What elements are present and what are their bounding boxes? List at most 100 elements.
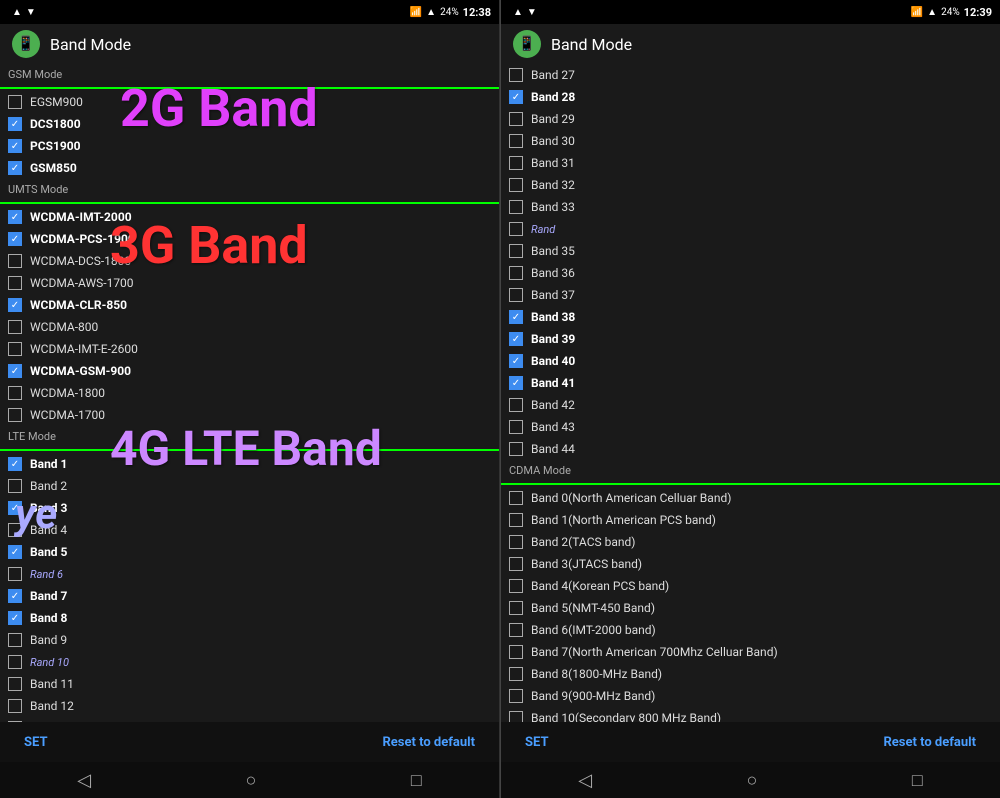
list-item[interactable]: Band 28	[501, 86, 1000, 108]
list-item[interactable]: WCDMA-AWS-1700	[0, 272, 499, 294]
wimte2600-checkbox[interactable]	[8, 342, 22, 356]
list-item[interactable]: Band 1	[0, 453, 499, 475]
list-item[interactable]: Band 4(Korean PCS band)	[501, 575, 1000, 597]
cdma6-checkbox[interactable]	[509, 623, 523, 637]
list-item[interactable]: Band 30	[501, 130, 1000, 152]
list-item[interactable]: WCDMA-800	[0, 316, 499, 338]
list-item[interactable]: Band 4	[0, 519, 499, 541]
back-button-right[interactable]: ◁	[562, 766, 608, 795]
band41-checkbox[interactable]	[509, 376, 523, 390]
list-item[interactable]: WCDMA-DCS-1800	[0, 250, 499, 272]
list-item[interactable]: Band 12	[0, 695, 499, 717]
list-item[interactable]: Band 7(North American 700Mhz Celluar Ban…	[501, 641, 1000, 663]
cdma10-checkbox[interactable]	[509, 711, 523, 722]
band10-checkbox[interactable]	[8, 655, 22, 669]
dcs1800-checkbox[interactable]	[8, 117, 22, 131]
list-item[interactable]: Band 37	[501, 284, 1000, 306]
waws1700-checkbox[interactable]	[8, 276, 22, 290]
reset-button-left[interactable]: Reset to default	[374, 731, 483, 754]
list-item[interactable]: Band 11	[0, 673, 499, 695]
list-item[interactable]: Band 40	[501, 350, 1000, 372]
cdma1-checkbox[interactable]	[509, 513, 523, 527]
egsm900-checkbox[interactable]	[8, 95, 22, 109]
content-area-left[interactable]: GSM Mode EGSM900 DCS1800 PCS1900 GSM850 …	[0, 64, 499, 722]
cdma0-checkbox[interactable]	[509, 491, 523, 505]
band4-checkbox[interactable]	[8, 523, 22, 537]
band5-checkbox[interactable]	[8, 545, 22, 559]
list-item[interactable]: WCDMA-GSM-900	[0, 360, 499, 382]
recent-button-left[interactable]: □	[395, 766, 438, 795]
band28-checkbox[interactable]	[509, 90, 523, 104]
band8-checkbox[interactable]	[8, 611, 22, 625]
list-item[interactable]: Band 41	[501, 372, 1000, 394]
band7-checkbox[interactable]	[8, 589, 22, 603]
band6-checkbox[interactable]	[8, 567, 22, 581]
cdma2-checkbox[interactable]	[509, 535, 523, 549]
reset-button-right[interactable]: Reset to default	[875, 731, 984, 754]
list-item[interactable]: Band 3	[0, 497, 499, 519]
band12-checkbox[interactable]	[8, 699, 22, 713]
list-item[interactable]: Band 8	[0, 607, 499, 629]
band11-checkbox[interactable]	[8, 677, 22, 691]
list-item[interactable]: Rand 10	[0, 651, 499, 673]
list-item[interactable]: GSM850	[0, 157, 499, 179]
list-item[interactable]: Band 43	[501, 416, 1000, 438]
home-button-left[interactable]: ○	[230, 766, 273, 795]
pcs1900-checkbox[interactable]	[8, 139, 22, 153]
band2-checkbox[interactable]	[8, 479, 22, 493]
w1700-checkbox[interactable]	[8, 408, 22, 422]
content-area-right[interactable]: Band 27 Band 28 Band 29 Band 30 Band 31 …	[501, 64, 1000, 722]
list-item[interactable]: Rand 6	[0, 563, 499, 585]
list-item[interactable]: Band 39	[501, 328, 1000, 350]
band32-checkbox[interactable]	[509, 178, 523, 192]
list-item[interactable]: Band 5(NMT-450 Band)	[501, 597, 1000, 619]
list-item[interactable]: Band 38	[501, 306, 1000, 328]
recent-button-right[interactable]: □	[896, 766, 939, 795]
cdma9-checkbox[interactable]	[509, 689, 523, 703]
list-item[interactable]: Band 3(JTACS band)	[501, 553, 1000, 575]
list-item[interactable]: DCS1800	[0, 113, 499, 135]
gsm850-checkbox[interactable]	[8, 161, 22, 175]
wpcs1900-checkbox[interactable]	[8, 232, 22, 246]
list-item[interactable]: Band 29	[501, 108, 1000, 130]
list-item[interactable]: Band 10(Secondary 800 MHz Band)	[501, 707, 1000, 722]
list-item[interactable]: Band 0(North American Celluar Band)	[501, 487, 1000, 509]
band33-checkbox[interactable]	[509, 200, 523, 214]
band37-checkbox[interactable]	[509, 288, 523, 302]
list-item[interactable]: Band 2	[0, 475, 499, 497]
w1800-checkbox[interactable]	[8, 386, 22, 400]
band36-checkbox[interactable]	[509, 266, 523, 280]
band42-checkbox[interactable]	[509, 398, 523, 412]
band30-checkbox[interactable]	[509, 134, 523, 148]
band40-checkbox[interactable]	[509, 354, 523, 368]
cdma8-checkbox[interactable]	[509, 667, 523, 681]
band1-checkbox[interactable]	[8, 457, 22, 471]
list-item[interactable]: Rand	[501, 218, 1000, 240]
list-item[interactable]: Band 7	[0, 585, 499, 607]
list-item[interactable]: WCDMA-IMT-E-2600	[0, 338, 499, 360]
list-item[interactable]: Band 32	[501, 174, 1000, 196]
wclr850-checkbox[interactable]	[8, 298, 22, 312]
list-item[interactable]: WCDMA-1700	[0, 404, 499, 426]
band34-checkbox[interactable]	[509, 222, 523, 236]
set-button-right[interactable]: SET	[517, 731, 557, 754]
list-item[interactable]: WCDMA-PCS-1900	[0, 228, 499, 250]
band31-checkbox[interactable]	[509, 156, 523, 170]
set-button-left[interactable]: SET	[16, 731, 56, 754]
cdma4-checkbox[interactable]	[509, 579, 523, 593]
list-item[interactable]: Band 44	[501, 438, 1000, 460]
list-item[interactable]: WCDMA-CLR-850	[0, 294, 499, 316]
list-item[interactable]: Band 31	[501, 152, 1000, 174]
band9-checkbox[interactable]	[8, 633, 22, 647]
list-item[interactable]: Band 42	[501, 394, 1000, 416]
list-item[interactable]: Band 36	[501, 262, 1000, 284]
band39-checkbox[interactable]	[509, 332, 523, 346]
band29-checkbox[interactable]	[509, 112, 523, 126]
list-item[interactable]: Band 27	[501, 64, 1000, 86]
list-item[interactable]: WCDMA-IMT-2000	[0, 206, 499, 228]
band27-checkbox[interactable]	[509, 68, 523, 82]
back-button-left[interactable]: ◁	[61, 766, 107, 795]
band43-checkbox[interactable]	[509, 420, 523, 434]
list-item[interactable]: Band 33	[501, 196, 1000, 218]
list-item[interactable]: Band 8(1800-MHz Band)	[501, 663, 1000, 685]
